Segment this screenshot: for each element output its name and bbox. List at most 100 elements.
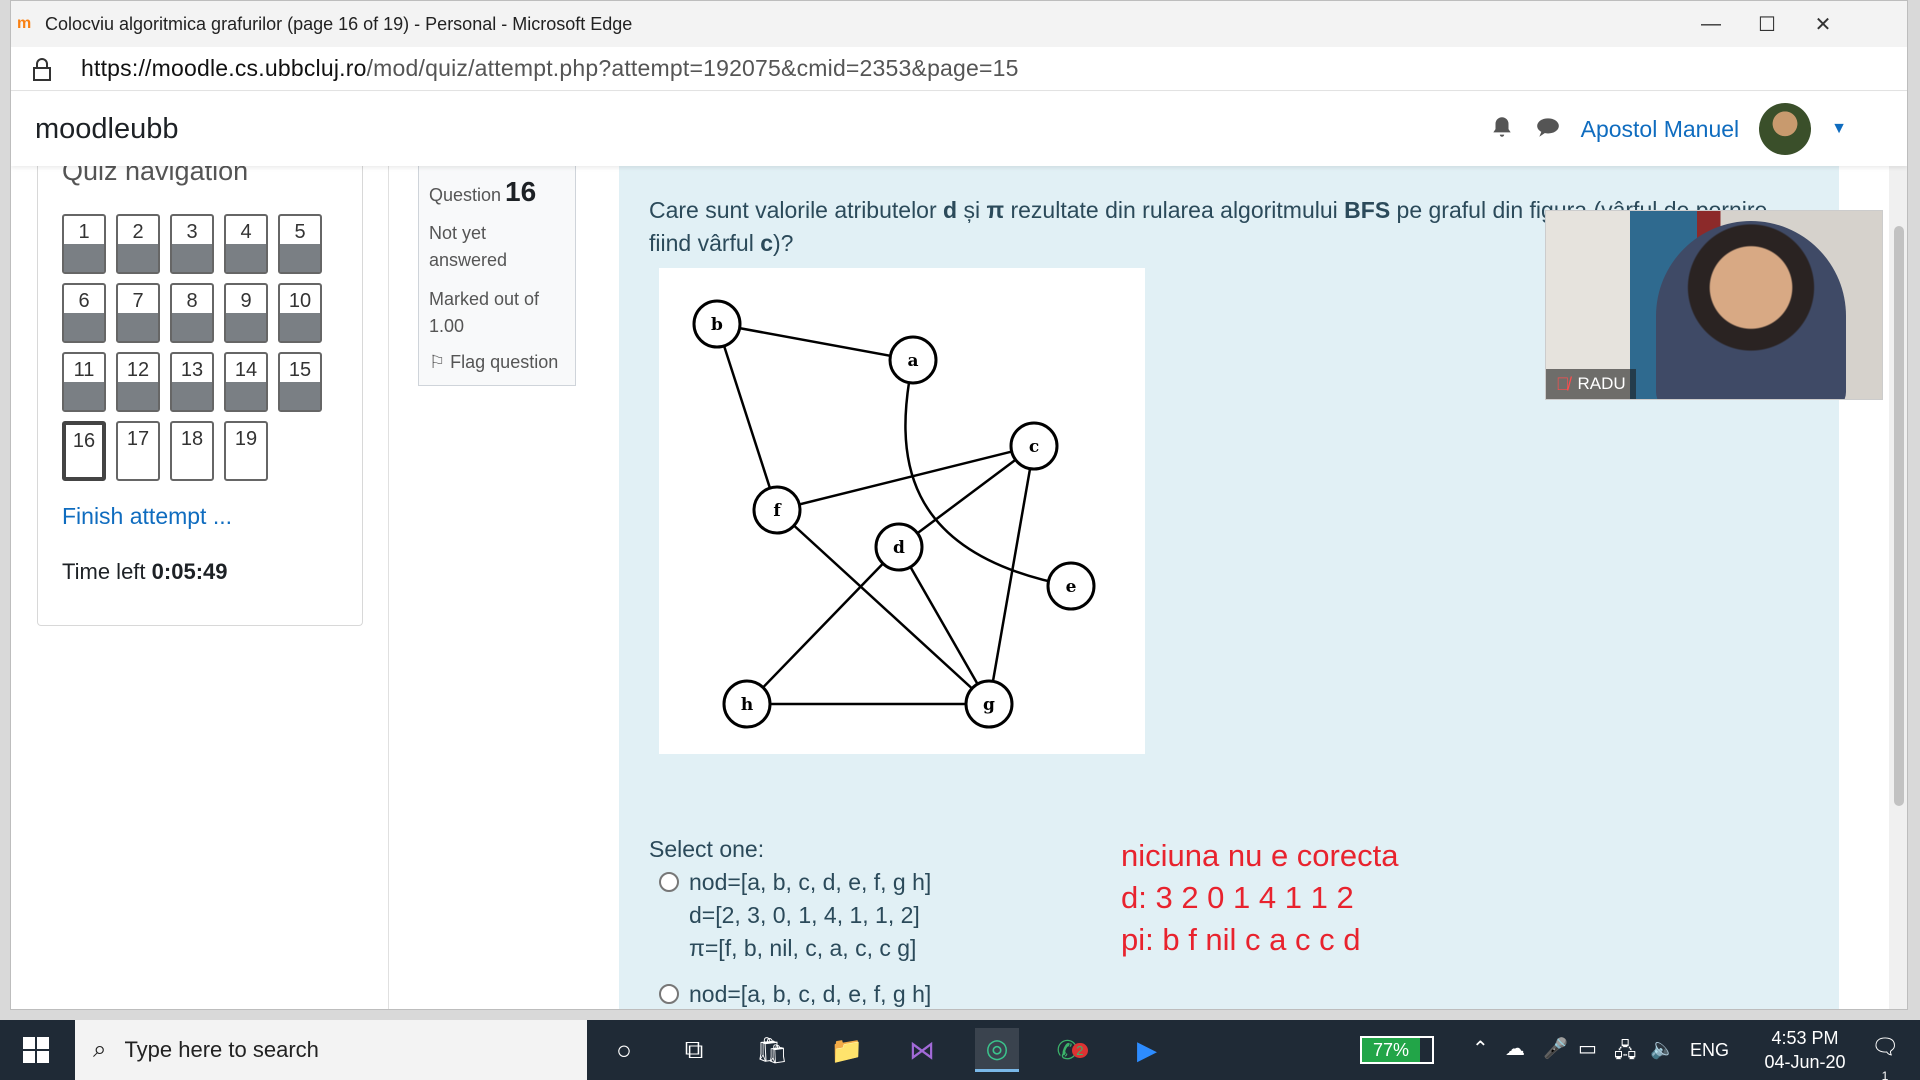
- graph-figure: b a c f d e h g: [659, 268, 1145, 754]
- url-text[interactable]: https://moodle.cs.ubbcluj.ro/mod/quiz/at…: [81, 55, 1019, 82]
- quiz-nav-button[interactable]: 1: [62, 214, 106, 274]
- graph-node: c: [1009, 421, 1059, 471]
- taskbar-search-box[interactable]: ⌕ Type here to search: [75, 1020, 587, 1080]
- radio-button[interactable]: [659, 872, 679, 892]
- window-title: Colocviu algoritmica grafurilor (page 16…: [45, 13, 633, 34]
- quiz-nav-button[interactable]: 9: [224, 283, 268, 343]
- language-indicator[interactable]: ENG: [1690, 1020, 1729, 1080]
- quiz-nav-button[interactable]: 12: [116, 352, 160, 412]
- option-line: nod=[a, b, c, d, e, f, g h]: [689, 869, 932, 895]
- chat-bubble-icon[interactable]: [1535, 114, 1561, 145]
- option-line: π=[f, b, nil, c, a, c, c g]: [689, 935, 917, 961]
- time-left: Time left 0:05:49: [62, 559, 228, 584]
- lock-icon[interactable]: [31, 57, 53, 81]
- maximize-button[interactable]: ☐: [1739, 1, 1795, 47]
- option-line: nod=[a, b, c, d, e, f, g h]: [689, 981, 932, 1007]
- answer-option-2[interactable]: nod=[a, b, c, d, e, f, g h]: [659, 978, 932, 1009]
- search-placeholder: Type here to search: [124, 1037, 319, 1062]
- volume-icon[interactable]: 🔈: [1650, 1036, 1675, 1061]
- battery-icon[interactable]: ▭: [1578, 1036, 1597, 1061]
- scroll-thumb[interactable]: [1894, 226, 1904, 806]
- quiz-nav-button[interactable]: 11: [62, 352, 106, 412]
- quiz-nav-button[interactable]: 6: [62, 283, 106, 343]
- avatar[interactable]: [1759, 103, 1812, 155]
- column-divider: [388, 166, 389, 1009]
- handwritten-note: niciuna nu e corecta: [1121, 838, 1399, 873]
- chevron-down-icon[interactable]: ▼: [1831, 120, 1847, 138]
- graph-node-label: e: [1066, 577, 1077, 597]
- question-info-box: Question 16 Not yet answered Marked out o…: [418, 166, 576, 386]
- bell-icon[interactable]: [1489, 114, 1515, 145]
- quiz-nav-button[interactable]: 8: [170, 283, 214, 343]
- chevron-up-icon[interactable]: ⌃: [1472, 1036, 1489, 1061]
- quiz-nav-button[interactable]: 2: [116, 214, 160, 274]
- finish-attempt-link[interactable]: Finish attempt ...: [62, 503, 232, 530]
- quiz-navigation-block: Quiz navigation 1 2 3 4 5 6 7 8 9 10 11 12 13 14 15 16 1…: [37, 166, 363, 626]
- battery-indicator[interactable]: 77%: [1360, 1036, 1434, 1064]
- quiz-nav-button[interactable]: 10: [278, 283, 322, 343]
- taskbar-clock[interactable]: 4:53 PM 04-Jun-20: [1750, 1026, 1860, 1074]
- participant-label: 🎙̸ RADU: [1546, 369, 1636, 399]
- page-scrollbar[interactable]: [1889, 166, 1907, 1009]
- video-call-overlay[interactable]: 🎙̸ RADU: [1545, 210, 1883, 400]
- windows-start-icon[interactable]: [0, 1020, 72, 1080]
- whatsapp-icon[interactable]: ✆ 2: [1050, 1028, 1094, 1072]
- store-icon[interactable]: 🛍: [750, 1028, 794, 1072]
- radio-button[interactable]: [659, 984, 679, 1004]
- search-icon: ⌕: [93, 1036, 107, 1063]
- clock-date: 04-Jun-20: [1764, 1052, 1846, 1072]
- notification-count: 1: [1881, 1069, 1889, 1080]
- quiz-nav-button[interactable]: 19: [224, 421, 268, 481]
- badge-count: 2: [1072, 1042, 1088, 1058]
- graph-node: f: [752, 485, 802, 535]
- edge-window: m Colocviu algoritmica grafurilor (page …: [10, 0, 1908, 1010]
- quiz-nav-button[interactable]: 18: [170, 421, 214, 481]
- user-menu-area: Apostol Manuel ▼: [1489, 92, 1847, 166]
- quiz-nav-button[interactable]: 3: [170, 214, 214, 274]
- graph-node-label: a: [907, 351, 918, 371]
- answer-option-1[interactable]: nod=[a, b, c, d, e, f, g h] d=[2, 3, 0, …: [659, 866, 931, 965]
- graph-node: e: [1046, 561, 1096, 611]
- flag-question-link[interactable]: ⚐ Flag question: [429, 352, 565, 373]
- close-button[interactable]: ✕: [1795, 1, 1851, 47]
- title-bar: m Colocviu algoritmica grafurilor (page …: [11, 1, 1907, 47]
- participant-video: [1656, 221, 1846, 399]
- battery-level: 77%: [1362, 1038, 1420, 1062]
- question-status: Not yet answered: [429, 223, 508, 270]
- notification-center-icon[interactable]: 🗨1: [1868, 1034, 1902, 1080]
- quiz-nav-button[interactable]: 13: [170, 352, 214, 412]
- minimize-button[interactable]: —: [1683, 1, 1739, 47]
- moodle-header: moodleubb Apostol Manuel ▼: [11, 92, 1907, 166]
- handwritten-note: pi: b f nil c a c c d: [1121, 922, 1361, 957]
- address-bar[interactable]: https://moodle.cs.ubbcluj.ro/mod/quiz/at…: [11, 47, 1907, 91]
- site-brand[interactable]: moodleubb: [35, 113, 179, 146]
- quiz-nav-button[interactable]: 16: [62, 421, 106, 481]
- cloud-icon[interactable]: ☁: [1505, 1036, 1525, 1061]
- edge-icon[interactable]: ◎: [975, 1028, 1019, 1072]
- clock-time: 4:53 PM: [1771, 1028, 1839, 1048]
- graph-node: a: [888, 335, 938, 385]
- microphone-icon[interactable]: 🎤: [1543, 1036, 1568, 1061]
- network-icon[interactable]: 🖧: [1614, 1036, 1636, 1070]
- graph-node-label: d: [893, 538, 905, 558]
- question-number: Question 16: [429, 176, 537, 207]
- user-name[interactable]: Apostol Manuel: [1581, 116, 1740, 143]
- quiz-nav-button[interactable]: 15: [278, 352, 322, 412]
- handwritten-note: d: 3 2 0 1 4 1 1 2: [1121, 880, 1354, 915]
- visual-studio-icon[interactable]: ⋈: [900, 1028, 944, 1072]
- graph-svg: b a c f d e h g: [692, 299, 1096, 729]
- quiz-nav-button[interactable]: 17: [116, 421, 160, 481]
- quiz-nav-button[interactable]: 14: [224, 352, 268, 412]
- quiz-nav-button[interactable]: 5: [278, 214, 322, 274]
- graph-node: g: [964, 679, 1014, 729]
- windows-taskbar: ⌕ Type here to search ○ ⧉ 🛍 📁 ⋈ ◎ ✆ 2 ▶ 7…: [0, 1020, 1920, 1080]
- flag-icon: ⚐: [429, 352, 446, 372]
- zoom-icon[interactable]: ▶: [1125, 1028, 1169, 1072]
- file-explorer-icon[interactable]: 📁: [825, 1028, 869, 1072]
- quiz-nav-button[interactable]: 7: [116, 283, 160, 343]
- graph-node-label: c: [1029, 437, 1039, 457]
- quiz-nav-button[interactable]: 4: [224, 214, 268, 274]
- task-view-icon[interactable]: ⧉: [672, 1028, 716, 1072]
- graph-node-label: g: [983, 695, 995, 715]
- cortana-circle-icon[interactable]: ○: [602, 1028, 646, 1072]
